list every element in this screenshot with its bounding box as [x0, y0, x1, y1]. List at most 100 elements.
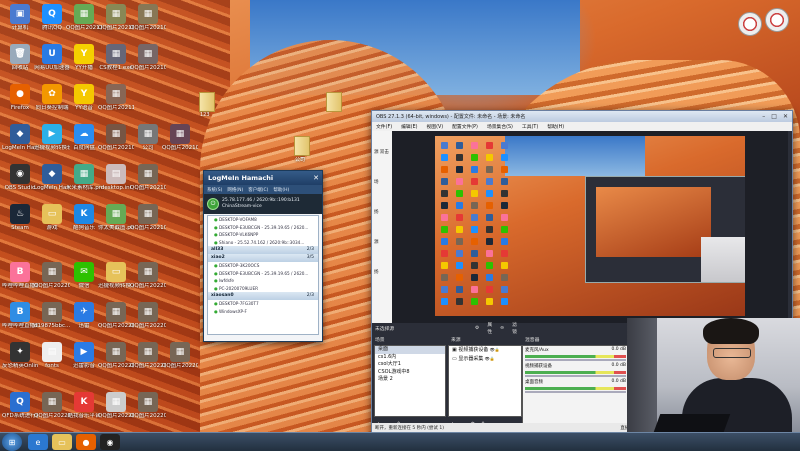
obs-menu-item[interactable]: 场景集合(S) — [487, 123, 513, 130]
desktop-icon[interactable]: ▦QQ图片20210108... — [130, 4, 166, 32]
scenes-list[interactable]: 桌面 cs1.6内 csol大厅1 CSOL游戏中8 场景 2 — [374, 345, 446, 417]
desktop-icon[interactable]: ▤ fonts — [34, 342, 70, 370]
lock-icon[interactable]: 🔒 — [490, 356, 495, 361]
maximize-icon[interactable]: □ — [771, 113, 777, 120]
hamachi-peer-row[interactable]: ● DESKTOP-E3UBCGN - 25.39.19.65 / 2620..… — [208, 270, 318, 278]
obs-menu-item[interactable]: 配置文件(P) — [452, 123, 478, 130]
desktop-icon[interactable]: ✈ 迅雷 — [66, 302, 102, 330]
desktop-icon[interactable]: ▦QQ图片20220117... — [130, 342, 166, 370]
scene-item[interactable]: CSOL游戏中8 — [375, 369, 445, 377]
lock-icon[interactable]: 🔒 — [495, 347, 500, 352]
hamachi-network-group[interactable]: xiaosan0 2/3 — [208, 292, 318, 300]
desktop-icon[interactable]: ▦QQ图片20220211... — [162, 342, 198, 370]
filters-button[interactable]: 滤镜 — [512, 321, 517, 335]
desktop-icon[interactable]: ☁ 百度网盘 — [66, 124, 102, 152]
volume-slider[interactable] — [525, 391, 626, 393]
power-icon[interactable]: ⏻ — [207, 198, 219, 210]
obs-menu-item[interactable]: 编辑(E) — [401, 123, 417, 130]
desktop-icon[interactable]: K 酷我音乐平台 — [66, 392, 102, 420]
desktop-icon[interactable]: K 酷狗音乐 — [66, 204, 102, 232]
gear-icon[interactable]: ⚙ — [475, 326, 479, 331]
obs-menu-item[interactable]: 视图(V) — [426, 123, 443, 130]
desktop-icon[interactable]: ▦QQ图片20220228... — [130, 262, 166, 290]
desktop-icon[interactable]: ✿ 向日葵控制端 — [34, 84, 70, 112]
hamachi-peer-row[interactable]: ● DESKTOP-VOFAM8 — [208, 216, 318, 224]
scene-item[interactable]: csol大厅1 — [375, 361, 445, 369]
desktop-icon[interactable]: ✉ 微信 — [66, 262, 102, 290]
desktop-icon[interactable]: ▦ d19875bbc... — [34, 302, 70, 330]
clock-gadget-icon[interactable] — [738, 12, 762, 36]
close-icon[interactable]: ✕ — [783, 113, 788, 120]
desktop-icon[interactable]: ▭ 游戏 — [34, 204, 70, 232]
hamachi-titlebar[interactable]: LogMeIn Hamachi ✕ — [204, 171, 322, 185]
hamachi-peer-row[interactable]: ● lwfdsfe — [208, 277, 318, 285]
desktop-icon[interactable]: ◆LogMeIn Hamachi — [34, 164, 70, 192]
volume-slider[interactable] — [525, 375, 626, 377]
desktop-icon[interactable]: ▶迅捷视频转换软件 — [34, 124, 70, 152]
desktop-icon[interactable]: B 哔哩哔哩直播姬 — [2, 302, 38, 330]
sources-list[interactable]: ▣ 视频捕获设备 👁🔒 ▭ 显示器采集 👁🔒 — [448, 345, 522, 417]
desktop-icon[interactable]: ▦QQ图片20220109... — [98, 302, 134, 330]
minimize-icon[interactable]: – — [762, 113, 765, 120]
desktop-icon[interactable]: ▦QQ图片20210228... — [130, 164, 166, 192]
hamachi-window[interactable]: LogMeIn Hamachi ✕ 系统(S) 网络(N) 客户端(C) 帮助(H) … — [203, 170, 323, 342]
desktop-icon[interactable]: ▦QQ图片20220110... — [130, 302, 166, 330]
obs-menu-item[interactable]: 文件(F) — [376, 123, 392, 130]
taskbar-app-button[interactable]: ▭ — [52, 434, 72, 450]
hamachi-peer-row[interactable]: ● WindowsXP-F — [208, 308, 318, 316]
desktop-icon[interactable]: ▦QQ图片202101... — [162, 124, 198, 152]
desktop-icon[interactable]: ▦ 公司 — [130, 124, 166, 152]
desktop-icon[interactable]: ▦QQ图片202103... — [130, 204, 166, 232]
desktop-icon[interactable]: ♨ Steam — [2, 204, 38, 232]
hamachi-peer-row[interactable]: ● DESKTOP-7FG30T7 — [208, 300, 318, 308]
desktop-icon[interactable]: ▦ 米米素材库.png — [66, 164, 102, 192]
desktop-icon[interactable]: Q 腾讯QQ — [34, 4, 70, 32]
desktop-icon[interactable]: ▦ CS教程1.exe — [98, 44, 134, 72]
hamachi-menu-item[interactable]: 帮助(H) — [273, 187, 289, 193]
desktop-icon[interactable]: ▦QQ图片202104... — [130, 44, 166, 72]
desktop-icon[interactable]: ▭迅捷视频转换.exe — [98, 262, 134, 290]
obs-preview[interactable] — [392, 131, 788, 323]
taskbar-app-button[interactable]: e — [28, 434, 48, 450]
desktop-icon[interactable]: U 网易UU加速器 — [34, 44, 70, 72]
hamachi-peer-row[interactable]: ● DESKTOP-E3UBCGN - 25.39.19.65 / 2620..… — [208, 224, 318, 232]
taskbar-app-button[interactable]: ◉ — [100, 434, 120, 450]
desktop-icon[interactable]: ◉ OBS Studio — [2, 164, 38, 192]
obs-titlebar[interactable]: OBS 27.1.3 (64-bit, windows) - 配置文件: 未命名… — [372, 111, 792, 122]
desktop-icon[interactable]: ✦ 反恐精英Online — [2, 342, 38, 370]
desktop-icon[interactable]: ▦QQ图片20211224... — [98, 84, 134, 112]
obs-menu-item[interactable]: 工具(T) — [522, 123, 538, 130]
hamachi-network-list[interactable]: ● DESKTOP-VOFAM8 ● DESKTOP-E3UBCGN - 25.3… — [207, 215, 319, 335]
hamachi-peer-row[interactable]: ● DESKTOP-3K20OCS — [208, 262, 318, 270]
hamachi-network-group[interactable]: all33 2/3 — [208, 246, 318, 254]
desktop-icon[interactable]: ◆LogMeIn Hamachi — [2, 124, 38, 152]
desktop-icon[interactable]: B哔哩哔哩直播姬工具 — [2, 262, 38, 290]
obs-menu-item[interactable]: 帮助(H) — [547, 123, 564, 130]
hamachi-menu-item[interactable]: 客户端(C) — [248, 187, 268, 193]
start-button[interactable]: ⊞ — [2, 433, 22, 451]
desktop-icon[interactable]: Y YY语音 — [66, 84, 102, 112]
desktop-icon[interactable]: ▦QQ图片20220117... — [98, 392, 134, 420]
hamachi-menu-item[interactable]: 网络(N) — [227, 187, 243, 193]
source-item[interactable]: ▭ 显示器采集 👁🔒 — [449, 355, 521, 364]
desktop-icon[interactable]: ▤ desktop.ini — [98, 164, 134, 192]
desktop-icon[interactable]: ▦QQ图片20210106... — [98, 4, 134, 32]
hamachi-peer-row[interactable]: ● PC-20200709LUER — [208, 285, 318, 293]
scene-item[interactable]: 场景 2 — [375, 376, 445, 384]
desktop-icon[interactable]: ▶ 迅雷影音 — [66, 342, 102, 370]
clock-gadget-icon[interactable] — [765, 8, 789, 32]
desktop-icon[interactable]: ▦QQ图片20220325... — [34, 392, 70, 420]
source-item[interactable]: ▣ 视频捕获设备 👁🔒 — [449, 346, 521, 355]
hamachi-menu-item[interactable]: 系统(S) — [207, 187, 222, 193]
hamachi-peer-row[interactable]: ● Shiano - 25.52.74.162 / 2620:9b::3034.… — [208, 239, 318, 247]
desktop-icon[interactable]: ▦QQ图片20220303... — [34, 262, 70, 290]
close-icon[interactable]: ✕ — [313, 174, 319, 182]
hamachi-peer-row[interactable]: ● DESKTOP-VLK6NPP — [208, 231, 318, 239]
desktop-icon[interactable]: Y YY开播 — [66, 44, 102, 72]
desktop-icon[interactable]: ● Firefox — [2, 84, 38, 112]
folder-icon[interactable] — [199, 92, 215, 112]
desktop-icon[interactable]: ▦ 你太美截图.png — [98, 204, 134, 232]
scene-item[interactable]: cs1.6内 — [375, 354, 445, 362]
filter-icon[interactable]: ⊖ — [500, 326, 504, 331]
desktop-icon[interactable]: ▦QQ图片20220214... — [130, 392, 166, 420]
